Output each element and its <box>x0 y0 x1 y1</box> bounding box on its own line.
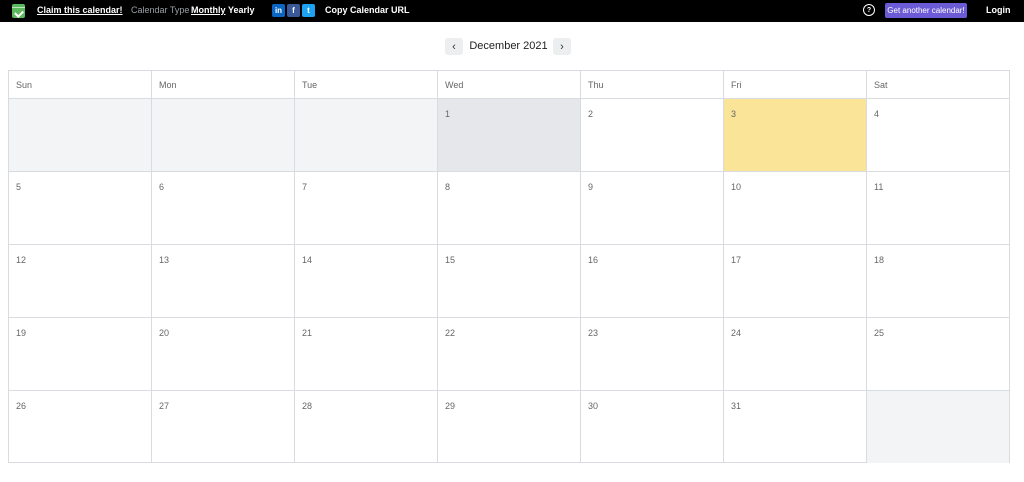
calendar-day[interactable] <box>294 99 437 171</box>
top-bar: Claim this calendar! Calendar Type Month… <box>0 0 1024 22</box>
claim-calendar-link[interactable]: Claim this calendar! <box>37 5 123 15</box>
calendar-day[interactable]: 17 <box>723 245 866 317</box>
calendar-day[interactable]: 7 <box>294 172 437 244</box>
calendar-type-yearly[interactable]: Yearly <box>228 5 255 15</box>
calendar-day[interactable]: 24 <box>723 318 866 390</box>
calendar-day[interactable]: 23 <box>580 318 723 390</box>
facebook-icon[interactable]: f <box>287 4 300 17</box>
calendar-day-today[interactable]: 3 <box>723 99 866 171</box>
calendar-day[interactable]: 6 <box>151 172 294 244</box>
calendar-day[interactable] <box>9 99 151 171</box>
weekday-mon: Mon <box>151 71 294 98</box>
calendar-day[interactable]: 5 <box>9 172 151 244</box>
calendar-day[interactable]: 14 <box>294 245 437 317</box>
calendar-day[interactable]: 31 <box>723 391 866 463</box>
calendar-day[interactable]: 29 <box>437 391 580 463</box>
weekday-tue: Tue <box>294 71 437 98</box>
calendar-day[interactable]: 26 <box>9 391 151 463</box>
weekday-thu: Thu <box>580 71 723 98</box>
calendar-week: 5 6 7 8 9 10 11 <box>9 172 1009 245</box>
calendar-day-selected[interactable]: 1 <box>437 99 580 171</box>
calendar-week: 26 27 28 29 30 31 <box>9 391 1009 463</box>
twitter-icon[interactable]: t <box>302 4 315 17</box>
get-another-calendar-button[interactable]: Get another calendar! <box>885 3 967 18</box>
calendar-day[interactable]: 19 <box>9 318 151 390</box>
calendar-type-label: Calendar Type <box>131 5 190 15</box>
calendar-week: 1 2 3 4 <box>9 99 1009 172</box>
calendar-day[interactable]: 11 <box>866 172 1009 244</box>
calendar-grid: Sun Mon Tue Wed Thu Fri Sat 1 2 3 4 5 6 … <box>8 70 1010 463</box>
month-title: December 2021 <box>469 40 548 52</box>
weekday-header: Sun Mon Tue Wed Thu Fri Sat <box>9 71 1009 99</box>
calendar-day[interactable]: 2 <box>580 99 723 171</box>
calendar-day[interactable]: 9 <box>580 172 723 244</box>
calendar-week: 19 20 21 22 23 24 25 <box>9 318 1009 391</box>
calendar-day[interactable]: 22 <box>437 318 580 390</box>
linkedin-icon[interactable]: in <box>272 4 285 17</box>
weekday-sun: Sun <box>16 80 33 90</box>
calendar-day[interactable]: 30 <box>580 391 723 463</box>
calendar-day[interactable]: 4 <box>866 99 1009 171</box>
weekday-fri: Fri <box>723 71 866 98</box>
calendar-day[interactable] <box>866 391 1009 463</box>
calendar-type-monthly[interactable]: Monthly <box>191 5 226 15</box>
weekday-wed: Wed <box>437 71 580 98</box>
copy-calendar-url-button[interactable]: Copy Calendar URL <box>325 5 410 15</box>
calendar-day[interactable]: 13 <box>151 245 294 317</box>
chevron-left-icon[interactable]: ‹ <box>445 38 463 55</box>
question-circle-icon[interactable]: ? <box>863 4 875 16</box>
calendar-day[interactable]: 18 <box>866 245 1009 317</box>
calendar-day[interactable]: 21 <box>294 318 437 390</box>
weekday-sat: Sat <box>866 71 1009 98</box>
calendar-day[interactable]: 25 <box>866 318 1009 390</box>
calendar-day[interactable]: 28 <box>294 391 437 463</box>
login-link[interactable]: Login <box>986 5 1011 15</box>
calendar-day[interactable]: 20 <box>151 318 294 390</box>
calendar-check-icon[interactable] <box>12 4 25 18</box>
calendar-day[interactable]: 10 <box>723 172 866 244</box>
calendar-day[interactable]: 15 <box>437 245 580 317</box>
calendar-day[interactable] <box>151 99 294 171</box>
calendar-day[interactable]: 8 <box>437 172 580 244</box>
month-navigation: ‹ December 2021 › <box>0 38 1024 56</box>
calendar-week: 12 13 14 15 16 17 18 <box>9 245 1009 318</box>
calendar-day[interactable]: 12 <box>9 245 151 317</box>
calendar-day[interactable]: 27 <box>151 391 294 463</box>
chevron-right-icon[interactable]: › <box>553 38 571 55</box>
calendar-day[interactable]: 16 <box>580 245 723 317</box>
